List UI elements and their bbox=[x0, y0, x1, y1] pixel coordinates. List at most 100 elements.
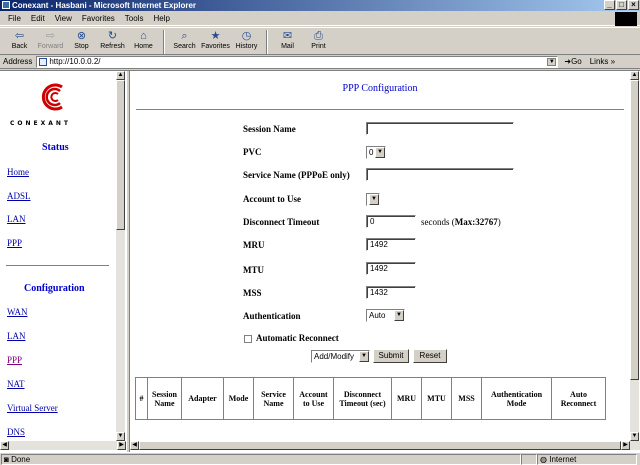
disconnect-timeout-label: Disconnect Timeout bbox=[243, 217, 320, 227]
title-divider bbox=[136, 109, 624, 110]
scroll-thumb[interactable] bbox=[116, 80, 125, 230]
nav-status-adsl[interactable]: ADSL bbox=[7, 191, 31, 201]
go-button[interactable]: ➜Go bbox=[564, 57, 581, 66]
scroll-down-button[interactable]: ▼ bbox=[630, 432, 639, 441]
pvc-select[interactable]: 0 ▼ bbox=[366, 146, 386, 159]
authentication-select[interactable]: Auto ▼ bbox=[366, 309, 405, 322]
service-name-input[interactable] bbox=[366, 168, 514, 181]
scroll-thumb[interactable] bbox=[630, 80, 639, 380]
address-url: http://10.0.0.2/ bbox=[49, 56, 101, 66]
column-header-session-name: Session Name bbox=[147, 377, 182, 420]
scroll-up-button[interactable]: ▲ bbox=[116, 71, 125, 80]
stop-button[interactable]: ⊗ Stop bbox=[66, 28, 97, 50]
disconnect-timeout-input[interactable]: 0 bbox=[366, 215, 416, 228]
nav-frame: CONEXANT Status Home ADSL LAN PPP Config… bbox=[0, 71, 126, 453]
toolbar: ⇦ Back ⇨ Forward ⊗ Stop ↻ Refresh ⌂ Home ⌕ Sea… bbox=[0, 27, 640, 55]
nav-config-wan[interactable]: WAN bbox=[7, 307, 28, 317]
print-icon: ⎙ bbox=[314, 30, 323, 42]
maximize-button[interactable]: □ bbox=[616, 0, 627, 10]
action-select[interactable]: Add/Modify ▼ bbox=[311, 350, 370, 363]
mru-input[interactable]: 1492 bbox=[366, 238, 416, 251]
scroll-right-button[interactable]: ▶ bbox=[621, 441, 630, 450]
scroll-left-button[interactable]: ◀ bbox=[0, 441, 9, 450]
column-header-mtu: MTU bbox=[421, 377, 452, 420]
nav-config-virtual-server[interactable]: Virtual Server bbox=[7, 403, 58, 413]
nav-vertical-scrollbar[interactable]: ▲ ▼ bbox=[116, 71, 125, 441]
search-button[interactable]: ⌕ Search bbox=[169, 28, 200, 50]
menu-tools[interactable]: Tools bbox=[125, 14, 144, 23]
auto-reconnect-checkbox[interactable] bbox=[244, 335, 252, 343]
chevron-down-icon: ▼ bbox=[369, 194, 379, 205]
menu-bar: File Edit View Favorites Tools Help bbox=[0, 12, 640, 26]
back-button[interactable]: ⇦ Back bbox=[4, 28, 35, 50]
auto-reconnect-label: Automatic Reconnect bbox=[256, 333, 339, 343]
menu-help[interactable]: Help bbox=[153, 14, 169, 23]
column-header-adapter: Adapter bbox=[181, 377, 224, 420]
submit-button[interactable]: Submit bbox=[373, 349, 409, 363]
main-horizontal-scrollbar[interactable]: ◀ ▶ bbox=[130, 441, 640, 450]
authentication-label: Authentication bbox=[243, 311, 301, 321]
column-header-authentication-mode: Authentication Mode bbox=[481, 377, 552, 420]
main-vertical-scrollbar[interactable]: ▲ ▼ bbox=[630, 71, 639, 441]
close-button[interactable]: × bbox=[628, 0, 639, 10]
column-header-disconnect-timeout: Disconnect Timeout (sec) bbox=[333, 377, 392, 420]
session-name-label: Session Name bbox=[243, 124, 296, 134]
scroll-left-button[interactable]: ◀ bbox=[130, 441, 139, 450]
status-pane-blank bbox=[521, 453, 537, 465]
reset-button[interactable]: Reset bbox=[413, 349, 447, 363]
account-select[interactable]: ▼ bbox=[366, 193, 380, 206]
menu-view[interactable]: View bbox=[55, 14, 72, 23]
zone-pane: ◍ Internet bbox=[537, 453, 637, 465]
service-name-label: Service Name (PPPoE only) bbox=[243, 170, 350, 180]
scroll-right-button[interactable]: ▶ bbox=[117, 441, 126, 450]
links-button[interactable]: Links » bbox=[590, 57, 615, 66]
nav-config-dns[interactable]: DNS bbox=[7, 427, 25, 437]
favorites-button[interactable]: ★ Favorites bbox=[200, 28, 231, 50]
history-button[interactable]: ◷ History bbox=[231, 28, 262, 50]
mss-label: MSS bbox=[243, 288, 262, 298]
menu-edit[interactable]: Edit bbox=[31, 14, 45, 23]
toolbar-separator bbox=[266, 30, 268, 54]
chevron-down-icon: ▼ bbox=[375, 147, 385, 158]
address-dropdown-button[interactable]: ▼ bbox=[547, 57, 557, 66]
mail-button[interactable]: ✉ Mail bbox=[272, 28, 303, 50]
minimize-button[interactable]: _ bbox=[604, 0, 615, 10]
print-button[interactable]: ⎙ Print bbox=[303, 28, 334, 50]
nav-config-ppp[interactable]: PPP bbox=[7, 355, 22, 365]
brand-name: CONEXANT bbox=[10, 120, 72, 127]
refresh-button[interactable]: ↻ Refresh bbox=[97, 28, 128, 50]
nav-config-nat[interactable]: NAT bbox=[7, 379, 25, 389]
nav-config-lan[interactable]: LAN bbox=[7, 331, 26, 341]
toolbar-separator bbox=[163, 30, 165, 54]
mtu-input[interactable]: 1492 bbox=[366, 262, 416, 275]
browser-window: Conexant - Hasbani - Microsoft Internet … bbox=[0, 0, 640, 465]
column-header-account: Account to Use bbox=[293, 377, 334, 420]
session-name-input[interactable] bbox=[366, 122, 514, 135]
table-header-row: # Session Name Adapter Mode Service Name… bbox=[135, 377, 606, 420]
menu-file[interactable]: File bbox=[8, 14, 21, 23]
page-icon bbox=[39, 57, 48, 66]
nav-status-lan[interactable]: LAN bbox=[7, 214, 26, 224]
globe-icon: ◍ bbox=[540, 454, 547, 464]
scroll-down-button[interactable]: ▼ bbox=[116, 432, 125, 441]
horizontal-scroll-thumb[interactable] bbox=[139, 441, 621, 450]
forward-button[interactable]: ⇨ Forward bbox=[35, 28, 66, 50]
status-text-pane: ◙ Done bbox=[1, 453, 521, 465]
mss-input[interactable]: 1432 bbox=[366, 286, 416, 299]
nav-status-home[interactable]: Home bbox=[7, 167, 29, 177]
column-header-mss: MSS bbox=[451, 377, 482, 420]
account-label: Account to Use bbox=[243, 194, 301, 204]
mru-label: MRU bbox=[243, 240, 265, 250]
column-header-service-name: Service Name bbox=[253, 377, 294, 420]
configuration-heading: Configuration bbox=[24, 283, 85, 294]
menu-favorites[interactable]: Favorites bbox=[82, 14, 115, 23]
window-title: Conexant - Hasbani - Microsoft Internet … bbox=[12, 1, 197, 10]
nav-status-ppp[interactable]: PPP bbox=[7, 238, 22, 248]
column-header-mode: Mode bbox=[223, 377, 254, 420]
home-icon: ⌂ bbox=[140, 30, 147, 42]
nav-horizontal-scrollbar[interactable]: ◀ ▶ bbox=[0, 441, 126, 450]
address-input[interactable]: http://10.0.0.2/ ▼ bbox=[36, 55, 559, 68]
scroll-up-button[interactable]: ▲ bbox=[630, 71, 639, 80]
column-header-auto-reconnect: Auto Reconnect bbox=[551, 377, 606, 420]
home-button[interactable]: ⌂ Home bbox=[128, 28, 159, 50]
